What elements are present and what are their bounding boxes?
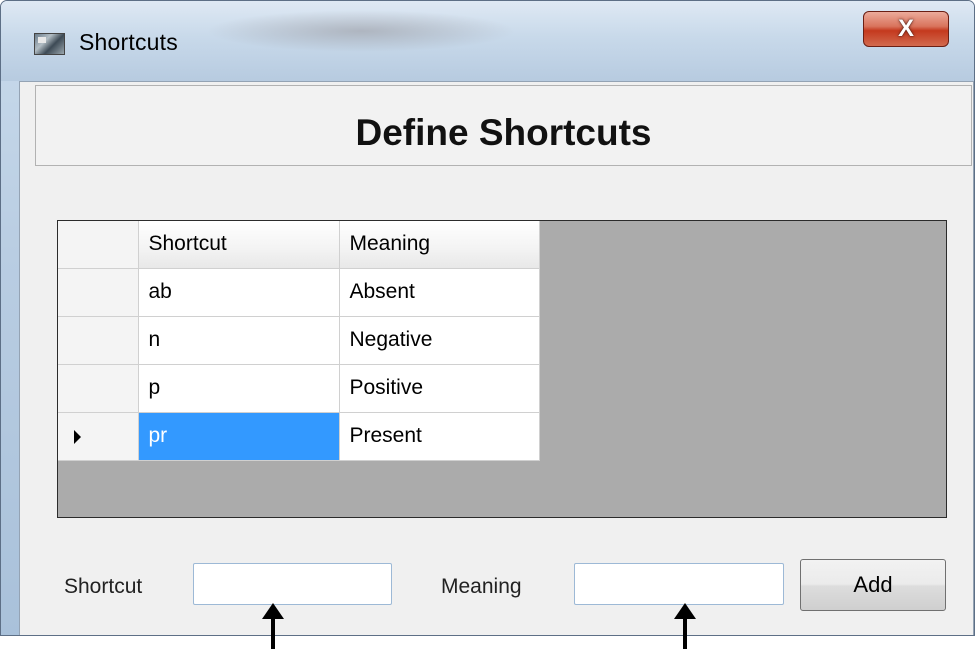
meaning-cell[interactable]: Negative [339,316,540,365]
shortcuts-window: Shortcuts X Define Shortcuts Shortcut Me… [0,0,975,636]
page-title: Define Shortcuts [355,112,652,153]
client-area: Define Shortcuts Shortcut Meaning ab Abs… [19,81,974,635]
shortcut-cell[interactable]: ab [138,268,340,317]
shortcuts-grid[interactable]: Shortcut Meaning ab Absent n Negative p … [57,220,947,518]
shortcut-label: Shortcut [64,575,143,598]
meaning-label: Meaning [441,575,522,598]
table-row[interactable]: pr Present [58,412,540,461]
table-row[interactable]: p Positive [58,364,540,413]
row-header[interactable] [58,412,139,461]
shortcut-input[interactable] [193,563,392,605]
add-button[interactable]: Add [800,559,946,611]
row-header[interactable] [58,364,139,413]
row-header[interactable] [58,268,139,317]
header-panel: Define Shortcuts [35,85,972,166]
title-bar[interactable]: Shortcuts X [1,1,974,81]
current-row-arrow-icon [74,429,81,444]
grid-table: Shortcut Meaning ab Absent n Negative p … [58,221,540,461]
shortcut-cell[interactable]: n [138,316,340,365]
row-header[interactable] [58,316,139,365]
bottom-margin [0,636,975,649]
meaning-input[interactable] [574,563,784,605]
shortcut-cell[interactable]: p [138,364,340,413]
window-title: Shortcuts [79,29,178,55]
table-row[interactable]: n Negative [58,316,540,365]
meaning-cell[interactable]: Positive [339,364,540,413]
meaning-pointer-arrow-icon [674,603,696,649]
grid-corner-cell[interactable] [58,221,139,269]
column-header-shortcut[interactable]: Shortcut [138,221,340,269]
grid-header-row: Shortcut Meaning [58,221,540,269]
app-icon [34,33,65,55]
meaning-cell[interactable]: Present [339,412,540,461]
close-button[interactable]: X [863,11,949,47]
column-header-meaning[interactable]: Meaning [339,221,540,269]
shortcut-pointer-arrow-icon [262,603,284,649]
table-row[interactable]: ab Absent [58,268,540,317]
meaning-cell[interactable]: Absent [339,268,540,317]
shortcut-cell-selected[interactable]: pr [138,412,340,461]
